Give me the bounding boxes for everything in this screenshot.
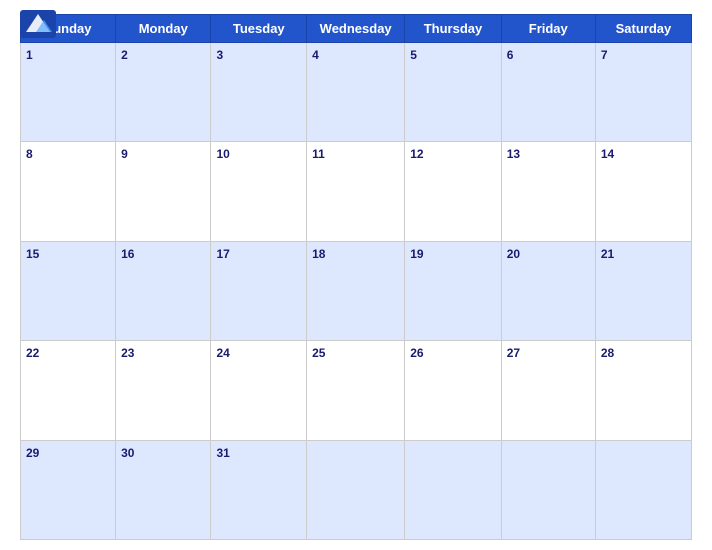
day-number: 19 xyxy=(410,247,423,261)
day-number: 29 xyxy=(26,446,39,460)
calendar-cell xyxy=(501,440,595,539)
day-header-wednesday: Wednesday xyxy=(307,15,405,43)
day-number: 16 xyxy=(121,247,134,261)
calendar-cell: 18 xyxy=(307,241,405,340)
day-number: 6 xyxy=(507,48,514,62)
calendar-body: 1234567891011121314151617181920212223242… xyxy=(21,43,692,540)
day-number: 31 xyxy=(216,446,229,460)
calendar-cell: 21 xyxy=(595,241,691,340)
calendar-cell: 30 xyxy=(116,440,211,539)
calendar-cell: 27 xyxy=(501,341,595,440)
day-number: 24 xyxy=(216,346,229,360)
calendar-cell: 1 xyxy=(21,43,116,142)
calendar-cell: 6 xyxy=(501,43,595,142)
day-number: 13 xyxy=(507,147,520,161)
day-number: 30 xyxy=(121,446,134,460)
calendar-cell: 29 xyxy=(21,440,116,539)
day-number: 23 xyxy=(121,346,134,360)
calendar-cell: 22 xyxy=(21,341,116,440)
calendar-cell: 17 xyxy=(211,241,307,340)
calendar-cell: 13 xyxy=(501,142,595,241)
day-header-friday: Friday xyxy=(501,15,595,43)
day-number: 22 xyxy=(26,346,39,360)
calendar-cell xyxy=(595,440,691,539)
day-header-thursday: Thursday xyxy=(405,15,501,43)
day-number: 5 xyxy=(410,48,417,62)
day-number: 25 xyxy=(312,346,325,360)
day-number: 17 xyxy=(216,247,229,261)
day-number: 28 xyxy=(601,346,614,360)
calendar-cell: 11 xyxy=(307,142,405,241)
day-header-monday: Monday xyxy=(116,15,211,43)
calendar-cell: 5 xyxy=(405,43,501,142)
calendar-cell: 9 xyxy=(116,142,211,241)
calendar-cell: 24 xyxy=(211,341,307,440)
calendar-cell: 3 xyxy=(211,43,307,142)
day-number: 7 xyxy=(601,48,608,62)
logo-icon xyxy=(20,10,56,38)
calendar-cell: 20 xyxy=(501,241,595,340)
day-number: 15 xyxy=(26,247,39,261)
calendar-header-row: SundayMondayTuesdayWednesdayThursdayFrid… xyxy=(21,15,692,43)
calendar-cell: 14 xyxy=(595,142,691,241)
day-number: 26 xyxy=(410,346,423,360)
day-number: 21 xyxy=(601,247,614,261)
day-number: 1 xyxy=(26,48,33,62)
day-number: 9 xyxy=(121,147,128,161)
calendar-cell: 2 xyxy=(116,43,211,142)
calendar-week-row: 29 30 31 xyxy=(21,440,692,539)
calendar-week-row: 1 2 3 4 5 6 7 xyxy=(21,43,692,142)
day-number: 3 xyxy=(216,48,223,62)
day-number: 8 xyxy=(26,147,33,161)
day-number: 12 xyxy=(410,147,423,161)
calendar-cell xyxy=(307,440,405,539)
calendar-cell: 7 xyxy=(595,43,691,142)
calendar-cell: 25 xyxy=(307,341,405,440)
calendar-cell: 26 xyxy=(405,341,501,440)
logo xyxy=(20,10,56,38)
calendar-cell xyxy=(405,440,501,539)
day-number: 18 xyxy=(312,247,325,261)
calendar-cell: 8 xyxy=(21,142,116,241)
day-number: 11 xyxy=(312,147,325,161)
calendar-cell: 4 xyxy=(307,43,405,142)
calendar-week-row: 22 23 24 25 26 27 28 xyxy=(21,341,692,440)
day-header-saturday: Saturday xyxy=(595,15,691,43)
day-number: 10 xyxy=(216,147,229,161)
day-number: 14 xyxy=(601,147,614,161)
calendar-cell: 31 xyxy=(211,440,307,539)
calendar-cell: 19 xyxy=(405,241,501,340)
calendar-table: SundayMondayTuesdayWednesdayThursdayFrid… xyxy=(20,14,692,540)
day-number: 4 xyxy=(312,48,319,62)
calendar-cell: 12 xyxy=(405,142,501,241)
calendar-cell: 23 xyxy=(116,341,211,440)
calendar-cell: 10 xyxy=(211,142,307,241)
calendar-cell: 28 xyxy=(595,341,691,440)
day-header-tuesday: Tuesday xyxy=(211,15,307,43)
day-number: 20 xyxy=(507,247,520,261)
day-number: 27 xyxy=(507,346,520,360)
calendar-week-row: 15 16 17 18 19 20 21 xyxy=(21,241,692,340)
calendar-cell: 15 xyxy=(21,241,116,340)
calendar-week-row: 8 9 10 11 12 13 14 xyxy=(21,142,692,241)
day-number: 2 xyxy=(121,48,128,62)
calendar-cell: 16 xyxy=(116,241,211,340)
